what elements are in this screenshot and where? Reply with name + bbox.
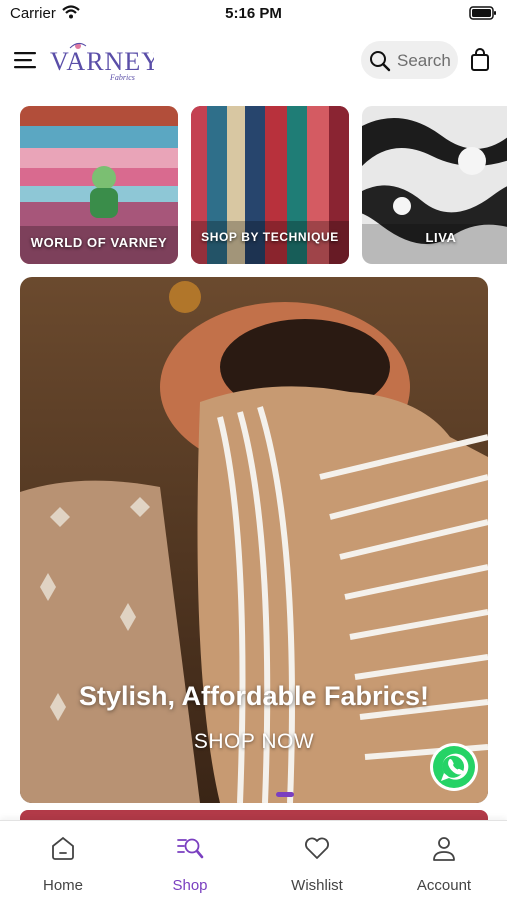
hero-banner[interactable]: Stylish, Affordable Fabrics! SHOP NOW: [20, 277, 488, 803]
battery-icon: [469, 6, 497, 25]
search-icon: [370, 51, 391, 72]
tab-label: Account: [416, 877, 472, 894]
hero-image: [20, 277, 488, 803]
tab-wishlist[interactable]: Wishlist: [254, 821, 380, 901]
category-tile-world-of-varney[interactable]: WORLD OF VARNEY: [20, 106, 178, 264]
whatsapp-icon[interactable]: [429, 742, 479, 792]
heart-icon: [305, 837, 329, 859]
tab-account[interactable]: Account: [381, 821, 507, 901]
shopping-bag-icon[interactable]: [469, 48, 491, 77]
category-tile-liva[interactable]: LIVA: [362, 106, 507, 264]
brand-logo[interactable]: VARNEY Fabrics: [48, 38, 160, 84]
tab-label: Home: [42, 877, 83, 894]
home-icon: [52, 836, 74, 860]
tab-home[interactable]: Home: [0, 821, 126, 901]
category-label: WORLD OF VARNEY: [30, 235, 168, 250]
tab-label: Shop: [172, 877, 208, 894]
clock: 5:16 PM: [225, 5, 282, 22]
logo-subtext: Fabrics: [109, 73, 135, 82]
menu-icon[interactable]: [14, 50, 38, 70]
logo-text: VARNEY: [50, 47, 154, 76]
status-bar: Carrier 5:16 PM: [0, 0, 507, 28]
search-label: Search: [397, 51, 451, 70]
shop-search-icon: [177, 838, 204, 859]
category-label: SHOP BY TECHNIQUE: [201, 230, 339, 244]
bottom-tab-bar: Home Shop Wishlist Account: [0, 820, 507, 901]
search-button[interactable]: Search: [361, 41, 458, 79]
category-label: LIVA: [425, 230, 457, 245]
account-icon: [433, 837, 455, 861]
tab-label: Wishlist: [291, 877, 343, 894]
category-tile-shop-by-technique[interactable]: SHOP BY TECHNIQUE: [191, 106, 349, 264]
tab-shop[interactable]: Shop: [127, 821, 253, 901]
hero-title: Stylish, Affordable Fabrics!: [78, 681, 430, 711]
app-header: VARNEY Fabrics Search: [0, 36, 507, 86]
shop-now-button[interactable]: SHOP NOW: [154, 730, 354, 754]
carousel-indicator: [276, 792, 294, 797]
